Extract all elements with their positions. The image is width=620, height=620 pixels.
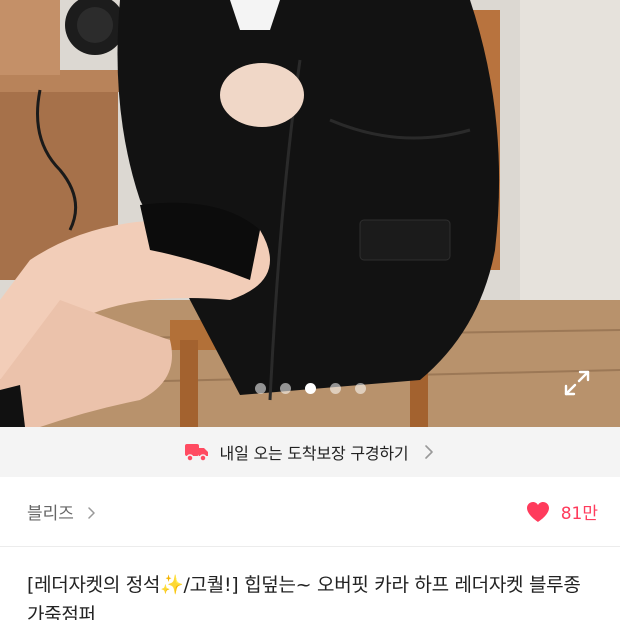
- carousel-dot[interactable]: [279, 383, 291, 394]
- like-count: 81만: [560, 504, 598, 524]
- product-title: [레더자켓의 정석✨/고퀄!] 힙덮는~ 오버핏 카라 하프 레더자켓 블루종 …: [27, 570, 597, 620]
- product-title-part1: [레더자켓의 정석: [27, 574, 161, 596]
- product-photo-illustration: [0, 0, 620, 427]
- heart-icon: [525, 500, 551, 524]
- like-button[interactable]: 81만: [525, 499, 598, 524]
- carousel-dot-active[interactable]: [304, 383, 316, 394]
- chevron-right-icon: [422, 444, 436, 460]
- carousel-dot[interactable]: [329, 383, 341, 394]
- carousel-dot[interactable]: [254, 383, 266, 394]
- carousel-pagination[interactable]: [0, 383, 620, 397]
- brand-row: 블리즈 81만: [0, 477, 620, 547]
- delivery-guarantee-banner[interactable]: 내일 오는 도착보장 구경하기: [0, 427, 620, 477]
- brand-name: 블리즈: [27, 504, 74, 524]
- delivery-banner-label: 내일 오는 도착보장 구경하기: [219, 444, 409, 463]
- sparkle-emoji: ✨: [160, 574, 184, 596]
- product-image[interactable]: [0, 0, 620, 427]
- truck-icon: [184, 441, 210, 463]
- carousel-dot[interactable]: [354, 383, 366, 394]
- brand-link[interactable]: 블리즈: [27, 499, 98, 524]
- expand-icon[interactable]: [563, 369, 591, 397]
- chevron-right-icon: [86, 505, 98, 519]
